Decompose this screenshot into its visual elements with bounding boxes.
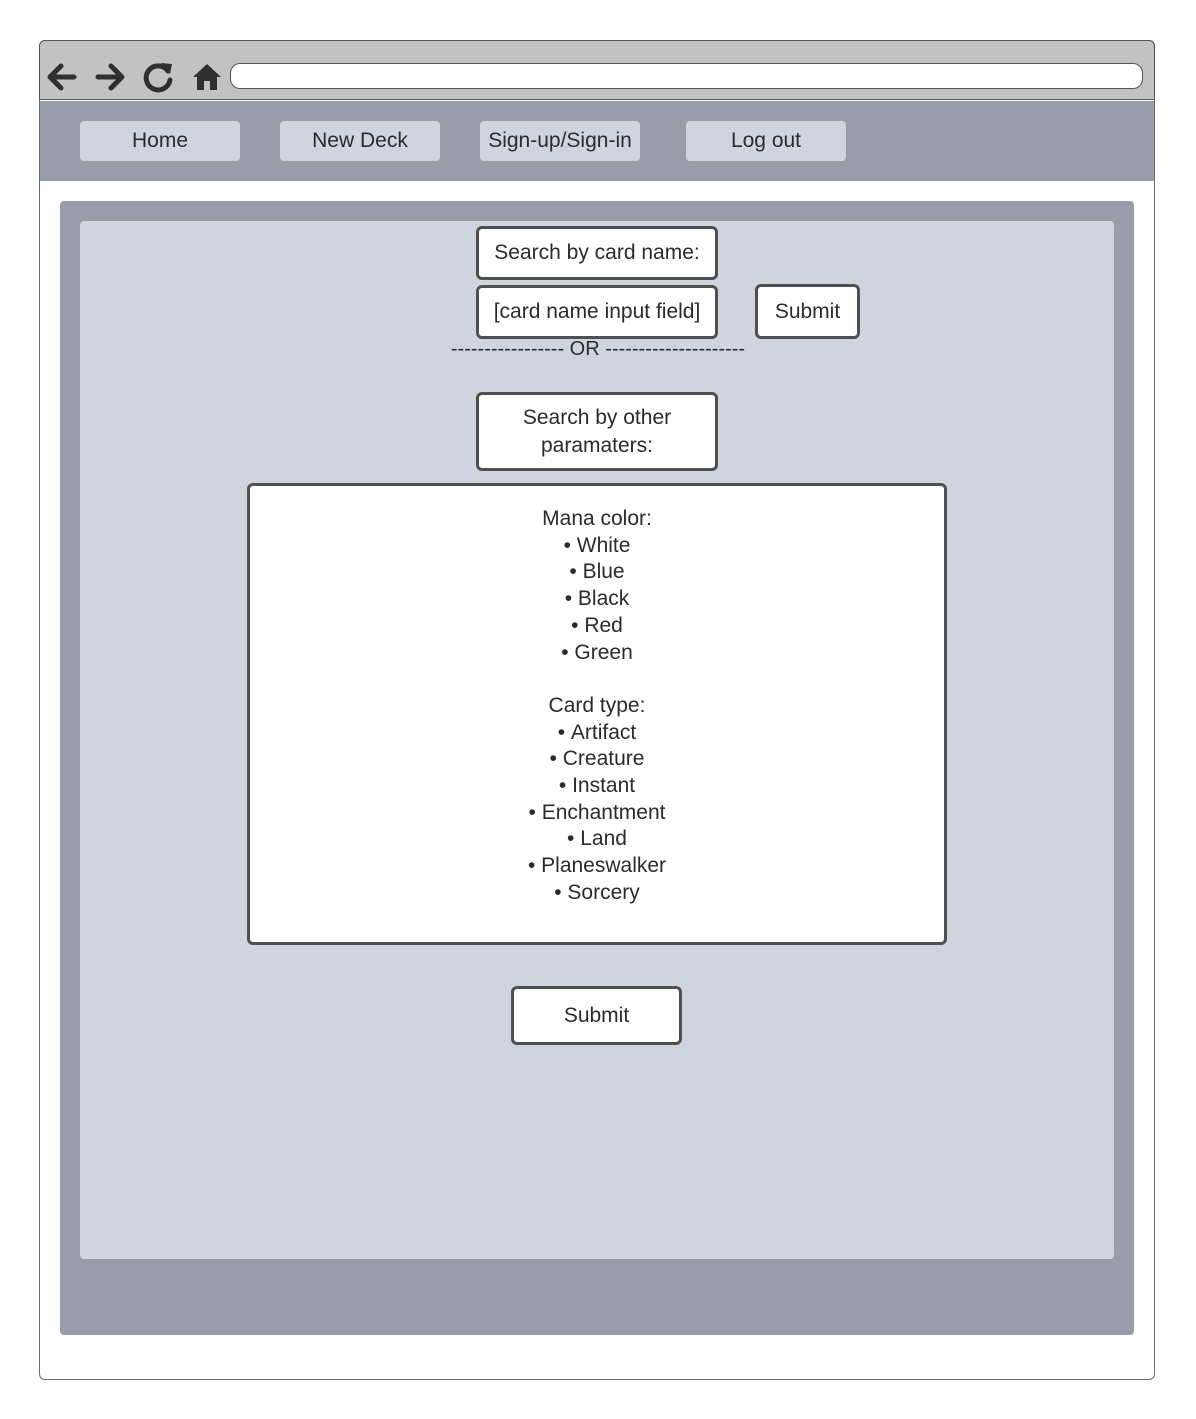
nav-new-deck-button[interactable]: New Deck xyxy=(280,121,440,161)
mana-color-option[interactable]: White xyxy=(250,533,944,560)
card-name-input[interactable]: [card name input field] xyxy=(476,285,718,339)
mana-color-option[interactable]: Red xyxy=(250,613,944,640)
parameters-submit-button[interactable]: Submit xyxy=(511,986,682,1045)
card-type-heading: Card type: xyxy=(548,693,646,717)
mana-color-option[interactable]: Blue xyxy=(250,559,944,586)
forward-arrow-icon[interactable] xyxy=(94,60,128,94)
mana-color-heading: Mana color: xyxy=(542,507,652,530)
card-type-list: ArtifactCreatureInstantEnchantmentLandPl… xyxy=(250,720,944,907)
mana-color-option[interactable]: Green xyxy=(250,640,944,667)
card-type-option[interactable]: Planeswalker xyxy=(250,853,944,880)
card-name-submit-button[interactable]: Submit xyxy=(755,284,860,339)
or-divider: ----------------- OR -------------------… xyxy=(450,338,746,360)
mana-color-list: WhiteBlueBlackRedGreen xyxy=(250,533,944,667)
home-icon[interactable] xyxy=(190,60,224,94)
card-type-option[interactable]: Enchantment xyxy=(250,800,944,827)
other-params-label: Search by other paramaters: xyxy=(476,392,718,471)
nav-logout-button[interactable]: Log out xyxy=(686,121,846,161)
address-bar[interactable] xyxy=(230,63,1143,89)
nav-sign-in-button[interactable]: Sign-up/Sign-in xyxy=(480,121,640,161)
card-type-option[interactable]: Land xyxy=(250,826,944,853)
reload-icon[interactable] xyxy=(141,60,175,94)
card-type-option[interactable]: Sorcery xyxy=(250,880,944,907)
parameters-panel: Mana color: WhiteBlueBlackRedGreen Card … xyxy=(247,483,947,945)
card-type-option[interactable]: Creature xyxy=(250,746,944,773)
back-arrow-icon[interactable] xyxy=(44,60,78,94)
card-type-option[interactable]: Instant xyxy=(250,773,944,800)
card-name-label: Search by card name: xyxy=(476,226,718,280)
mana-color-option[interactable]: Black xyxy=(250,586,944,613)
card-type-option[interactable]: Artifact xyxy=(250,720,944,747)
nav-home-button[interactable]: Home xyxy=(80,121,240,161)
